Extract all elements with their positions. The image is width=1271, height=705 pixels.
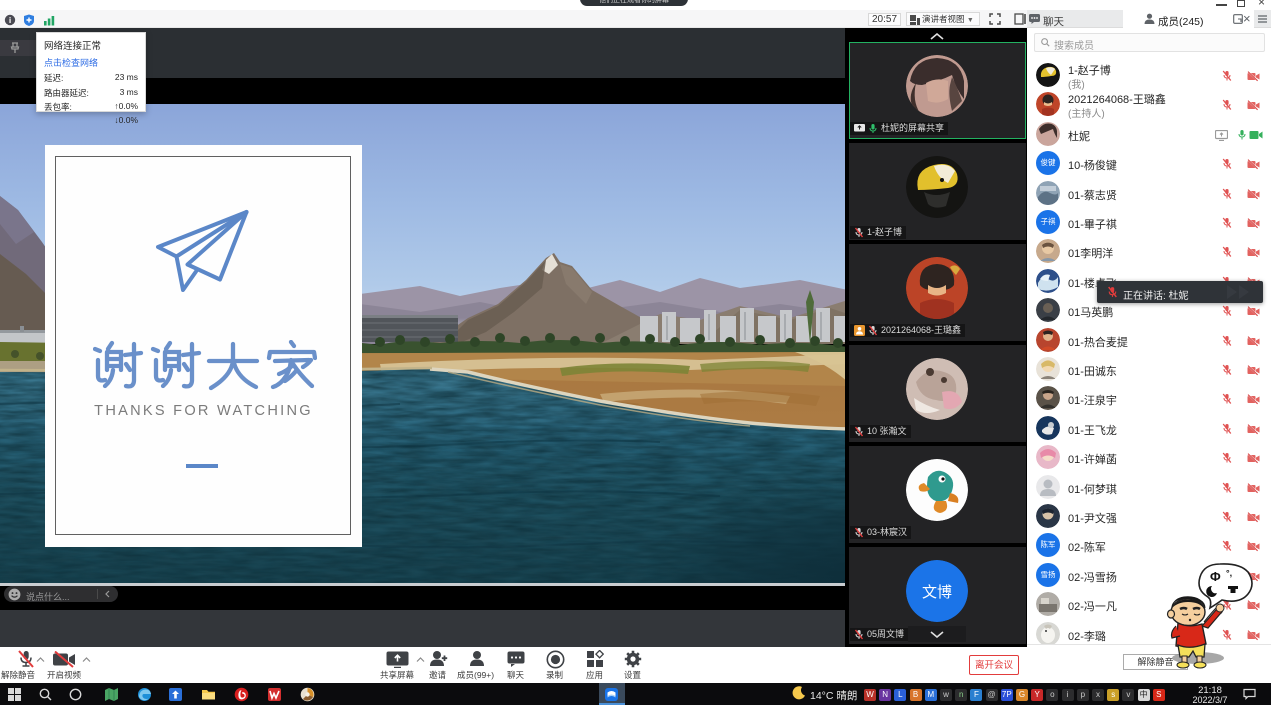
svg-text:Φ: Φ [1210, 569, 1221, 584]
svg-text:文博: 文博 [922, 584, 952, 601]
svg-text:i: i [9, 15, 11, 25]
svg-text:°,: °, [1226, 568, 1232, 578]
